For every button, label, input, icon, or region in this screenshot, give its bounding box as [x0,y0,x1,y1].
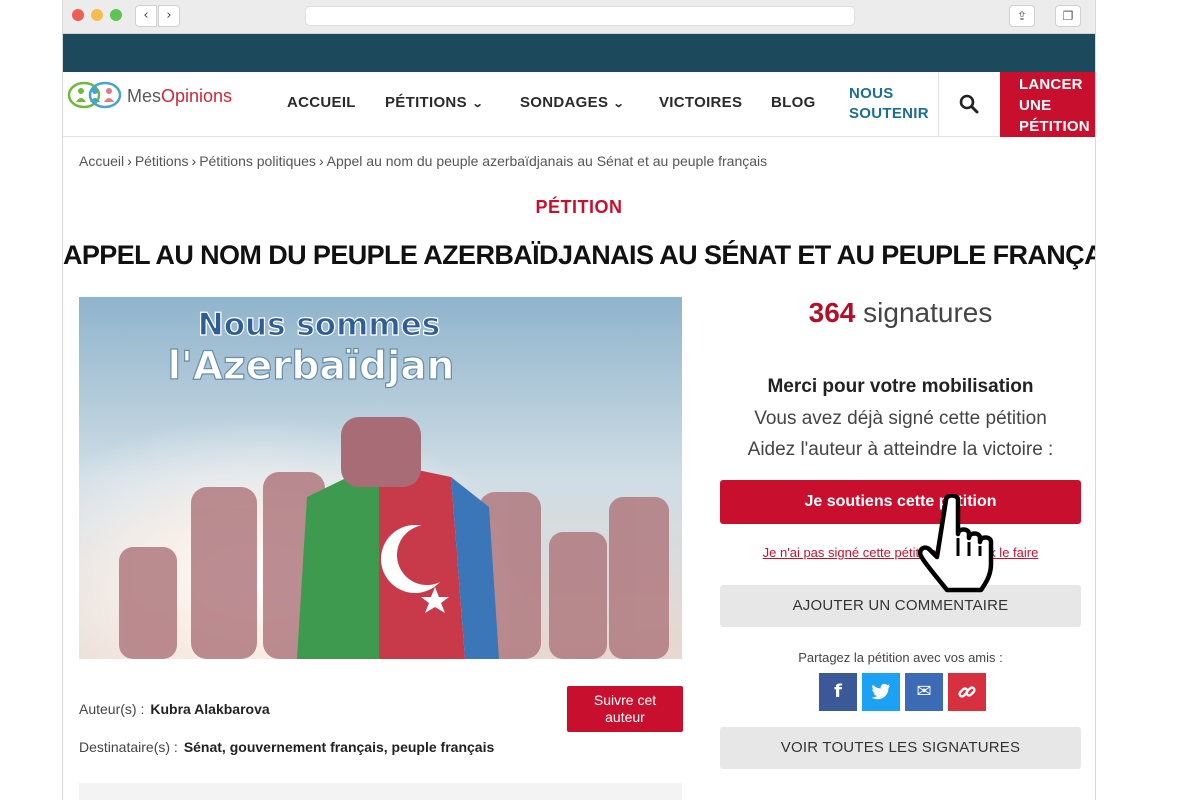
signature-count: 364 signatures [808,297,993,328]
breadcrumb-separator-icon: › [127,153,132,169]
breadcrumb-separator-icon: › [191,153,197,169]
nav-sondages[interactable]: SONDAGES ⌄ [520,94,626,111]
thanks-line-signed: Vous avez déjà signé cette pétition [754,408,1047,429]
image-text-line2: l'Azerbaïdjan [168,344,455,389]
content-box [79,783,682,800]
minimize-window-button[interactable] [91,9,103,21]
image-text-line1: Nous sommes [198,307,440,343]
tabs-icon[interactable]: ❐ [1055,5,1081,27]
maximize-window-button[interactable] [110,9,122,21]
back-button[interactable]: ‹ [135,5,157,27]
logo-people-icon [67,81,122,109]
logo[interactable]: MesOpinions [67,80,232,112]
nav-victoires[interactable]: VICTOIRES [659,94,742,111]
share-icons: f ✉ [819,673,986,711]
author-name[interactable]: Kubra Alakbarova [150,701,269,717]
chain-link-icon [958,686,976,698]
site-header: MesOpinions ACCUEIL PÉTITIONS ⌄ SONDAGES ⌄… [63,72,1095,137]
not-signed-link[interactable]: Je n'ai pas signé cette pétition et je v… [720,545,1081,560]
launch-petition-button[interactable]: LANCER UNE PÉTITION [1000,72,1095,137]
close-window-button[interactable] [72,9,84,21]
nav-petitions[interactable]: PÉTITIONS ⌄ [385,94,484,111]
search-icon [959,94,979,114]
browser-window: ‹ › ⇪ ❐ MesOpinions ACCUEIL PÉTITIONS ⌄ S… [62,0,1096,800]
add-comment-button[interactable]: AJOUTER UN COMMENTAIRE [720,585,1081,627]
nav-nous-soutenir[interactable]: NOUS SOUTENIR [849,84,929,124]
email-icon[interactable]: ✉ [905,673,943,711]
thanks-line-help: Aidez l'auteur à atteindre la victoire : [747,439,1054,460]
share-label: Partagez la pétition avec vos amis : [798,650,1003,665]
recipient-row: Destinataire(s) : Sénat, gouvernement fra… [79,739,495,755]
forward-button[interactable]: › [158,5,180,27]
breadcrumb: Accueil › Pétitions › Pétitions politiques › A… [79,153,767,169]
recipient-value: Sénat, gouvernement français, peuple fra… [183,739,495,755]
search-button[interactable] [939,72,999,137]
nav-accueil[interactable]: ACCUEIL [287,94,356,111]
breadcrumb-item-accueil[interactable]: Accueil [79,153,124,169]
petition-kicker: PÉTITION [535,197,623,217]
logo-text: MesOpinions [127,85,233,106]
hand-pointer-icon [918,494,994,593]
nav-blog[interactable]: BLOG [771,94,816,111]
view-all-signatures-button[interactable]: VOIR TOUTES LES SIGNATURES [720,727,1081,769]
top-band [63,34,1095,72]
breadcrumb-item-petitions-politiques[interactable]: Pétitions politiques [199,153,316,169]
breadcrumb-item-petitions[interactable]: Pétitions [135,153,189,169]
link-icon[interactable] [948,673,986,711]
twitter-bird-icon [871,683,891,700]
petition-image: Nous sommes l'Azerbaïdjan [79,297,682,659]
share-icon[interactable]: ⇪ [1009,5,1035,27]
support-petition-button[interactable]: Je soutiens cette pétition [720,480,1081,524]
breadcrumb-separator-icon: › [318,153,324,169]
chevron-down-icon: ⌄ [471,98,484,110]
petition-title: APPEL AU NOM DU PEUPLE AZERBAÏDJANAIS AU… [63,240,1096,270]
breadcrumb-item-current: Appel au nom du peuple azerbaïdjanais au… [326,153,768,169]
facebook-icon[interactable]: f [819,673,857,711]
twitter-icon[interactable] [862,673,900,711]
author-row: Auteur(s) : Kubra Alakbarova [79,701,270,717]
browser-toolbar: ‹ › ⇪ ❐ [63,0,1095,34]
chevron-down-icon: ⌄ [612,98,626,110]
address-bar[interactable] [305,6,855,26]
thanks-title: Merci pour votre mobilisation [767,376,1034,397]
follow-author-button[interactable]: Suivre cet auteur [567,686,683,732]
